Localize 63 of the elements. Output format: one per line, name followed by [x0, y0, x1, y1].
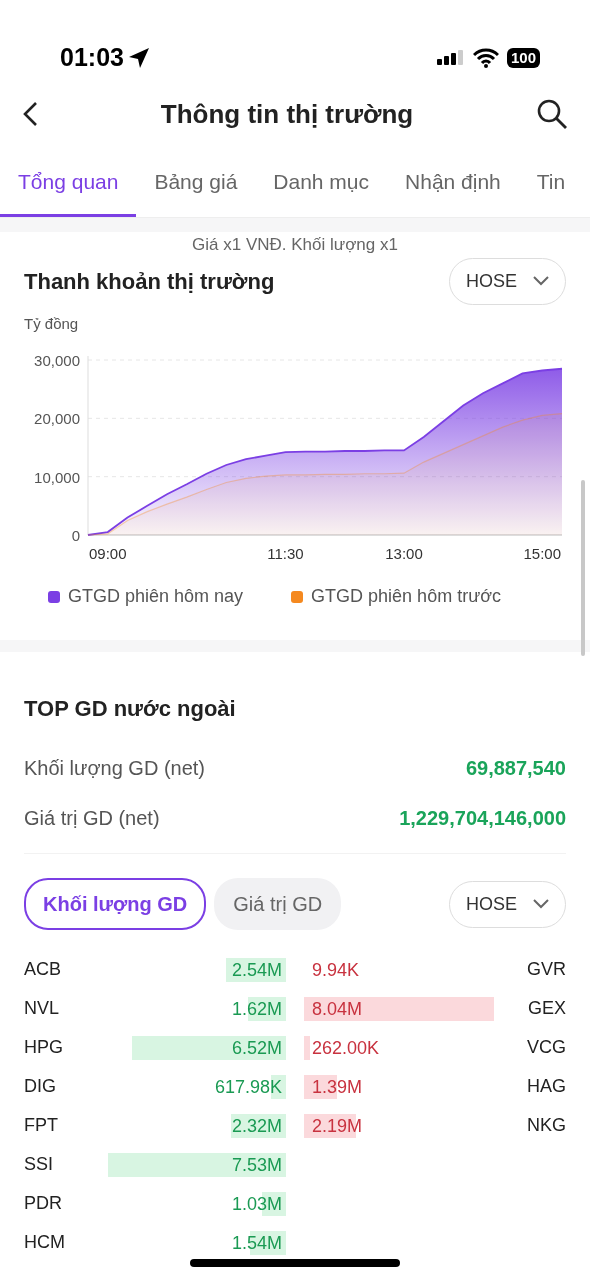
stock-symbol: VCG: [526, 1036, 566, 1059]
section-title: Thanh khoản thị trường: [24, 267, 275, 296]
buy-value-bar: 6.52M: [132, 1035, 286, 1060]
stat-value: 69,887,540: [465, 756, 566, 781]
tab[interactable]: Tin: [518, 156, 584, 217]
x-axis-label: 09:00: [89, 545, 127, 562]
y-axis-label: 30,000: [34, 352, 80, 369]
signal-icon: [436, 49, 465, 67]
chevron-down-icon: [533, 276, 549, 286]
filter-tab[interactable]: Khối lượng GD: [24, 878, 207, 930]
tab[interactable]: Nhận định: [387, 156, 519, 217]
chevron-down-icon: [533, 899, 549, 909]
legend-label: GTGD phiên hôm trước: [311, 585, 501, 608]
buy-value-bar: 1.54M: [231, 1230, 286, 1255]
stat-label: Giá trị GD (net): [24, 806, 160, 831]
legend-label: GTGD phiên hôm nay: [68, 585, 244, 608]
x-axis-label: 11:30: [267, 545, 304, 562]
stock-symbol: HAG: [526, 1075, 566, 1098]
stat-label: Khối lượng GD (net): [24, 756, 205, 781]
x-axis-label: 15:00: [523, 545, 561, 562]
stock-symbol: FPT: [24, 1114, 59, 1137]
exchange-dropdown[interactable]: HOSE: [449, 257, 566, 305]
sell-value-bar: 1.39M: [304, 1074, 363, 1099]
x-axis-label: 13:00: [385, 545, 423, 562]
back-button[interactable]: [22, 101, 38, 127]
location-arrow-icon: [127, 47, 150, 69]
buy-value-bar: 1.62M: [231, 996, 286, 1021]
y-axis-label: 10,000: [34, 468, 80, 486]
stock-symbol: HCM: [24, 1231, 66, 1254]
buy-value-bar: 2.32M: [231, 1113, 286, 1138]
stock-symbol: DIG: [24, 1075, 57, 1098]
buy-value-bar: 2.54M: [226, 957, 286, 982]
stat-value: 1,229,704,146,000: [399, 806, 566, 831]
y-axis-label: 0: [71, 527, 80, 544]
filter-tab[interactable]: Giá trị GD: [214, 878, 342, 930]
exchange-dropdown[interactable]: HOSE: [449, 880, 566, 928]
y-axis-label: 20,000: [34, 410, 80, 428]
axis-unit: Tỷ đồng: [24, 313, 80, 334]
page-title: Thông tin thị trường: [160, 97, 414, 131]
search-icon: [536, 98, 568, 130]
sell-value-bar: 262.00K: [304, 1035, 380, 1060]
stock-symbol: NKG: [526, 1114, 566, 1137]
tab[interactable]: Danh mục: [255, 156, 388, 217]
stock-symbol: GVR: [526, 958, 566, 981]
buy-value-bar: 7.53M: [108, 1152, 286, 1177]
search-button[interactable]: [536, 98, 568, 130]
stock-symbol: NVL: [24, 997, 60, 1020]
stock-symbol: ACB: [24, 958, 62, 981]
wifi-icon: [472, 48, 499, 68]
battery-level: 100: [506, 48, 540, 68]
clock-time: 01:03: [60, 42, 124, 74]
back-icon: [22, 101, 38, 127]
sell-value-bar: 2.19M: [304, 1113, 363, 1138]
stock-symbol: PDR: [24, 1192, 63, 1215]
stock-symbol: HPG: [24, 1036, 64, 1059]
tab[interactable]: Bảng giá: [136, 156, 256, 217]
stock-symbol: GEX: [527, 997, 566, 1020]
buy-value-bar: 617.98K: [214, 1074, 286, 1099]
sell-value-bar: 8.04M: [304, 996, 494, 1021]
stock-symbol: SSI: [24, 1153, 54, 1176]
section-title: TOP GD nước ngoài: [24, 695, 237, 723]
scale-note: Giá x1 VNĐ. Khối lượng x1: [191, 234, 399, 256]
buy-value-bar: 1.03M: [231, 1191, 286, 1216]
